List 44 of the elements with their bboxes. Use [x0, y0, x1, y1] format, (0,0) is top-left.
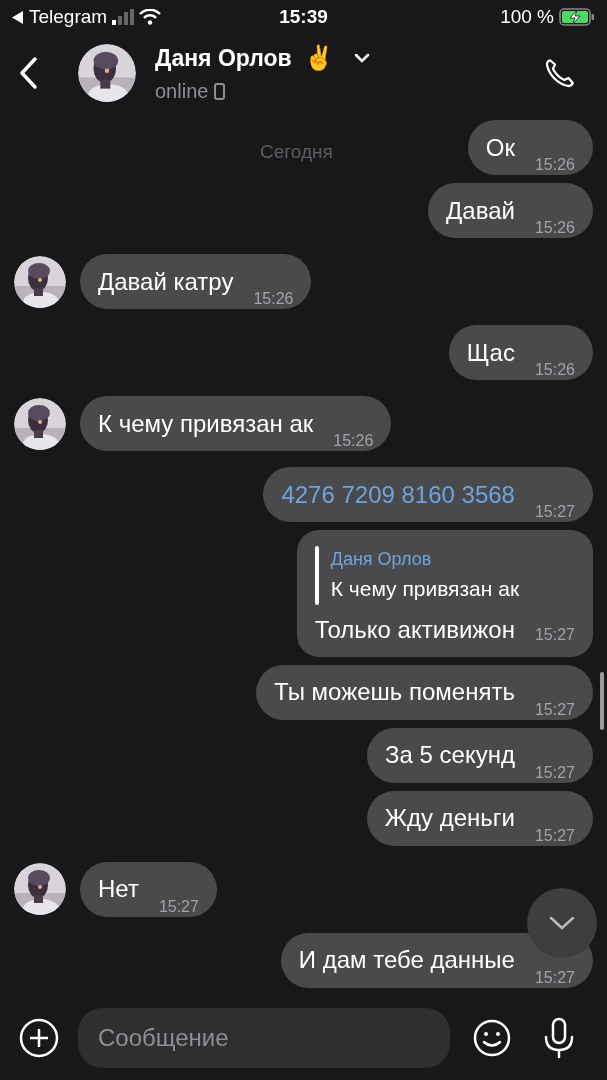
- name-emoji: ✌: [303, 43, 334, 73]
- message-time: 15:26: [253, 289, 294, 309]
- message-time: 15:26: [333, 431, 374, 451]
- message-time: 15:26: [534, 360, 575, 380]
- contact-name[interactable]: Даня Орлов: [155, 40, 292, 76]
- chevron-down-icon: [548, 915, 576, 931]
- message-text: Давай катру: [98, 266, 234, 297]
- message-field[interactable]: Сообщение: [78, 1008, 450, 1068]
- message-time: 15:27: [534, 762, 575, 783]
- message-text: За 5 секунд: [385, 740, 515, 770]
- wifi-icon: [139, 9, 162, 25]
- back-app-label[interactable]: Telegram: [29, 2, 108, 32]
- microphone-button[interactable]: [542, 1017, 576, 1059]
- message-text: Ты можешь поменять: [274, 677, 515, 707]
- attach-button[interactable]: [18, 1017, 60, 1059]
- date-label: Сегодня: [260, 140, 333, 164]
- message-text: К чему привязан ак: [98, 408, 314, 439]
- message-text: И дам тебе данные: [298, 945, 515, 975]
- message-text: Ок: [485, 132, 515, 163]
- message-time: 15:27: [534, 624, 575, 645]
- message-time: 15:26: [534, 218, 575, 238]
- battery-charging-icon: [559, 8, 595, 26]
- reply-text: К чему привязан ак: [330, 576, 520, 602]
- message-text: Нет: [98, 874, 139, 904]
- message-text: Жду деньги: [384, 803, 515, 833]
- sticker-button[interactable]: [472, 1018, 512, 1058]
- signal-icon: [112, 9, 135, 25]
- phone-device-icon: [214, 82, 226, 100]
- message-text: Только активижон: [314, 614, 515, 645]
- message-time: 15:27: [534, 502, 575, 522]
- scrollbar: [600, 672, 604, 730]
- contact-status: online: [155, 79, 209, 104]
- chevron-down-icon[interactable]: [353, 53, 370, 63]
- message-time: 15:27: [534, 967, 575, 988]
- message-time: 15:27: [534, 825, 575, 846]
- battery-percent: 100 %: [500, 4, 554, 29]
- message-text: Щас: [466, 337, 515, 368]
- message-time: 15:27: [158, 896, 199, 917]
- message-time: 15:27: [534, 699, 575, 720]
- clock-time: 15:39: [278, 4, 329, 29]
- message-text: Давай: [446, 195, 515, 226]
- back-arrow-icon: [12, 10, 24, 24]
- message-time: 15:26: [534, 155, 575, 175]
- reply-author: Даня Орлов: [330, 548, 433, 571]
